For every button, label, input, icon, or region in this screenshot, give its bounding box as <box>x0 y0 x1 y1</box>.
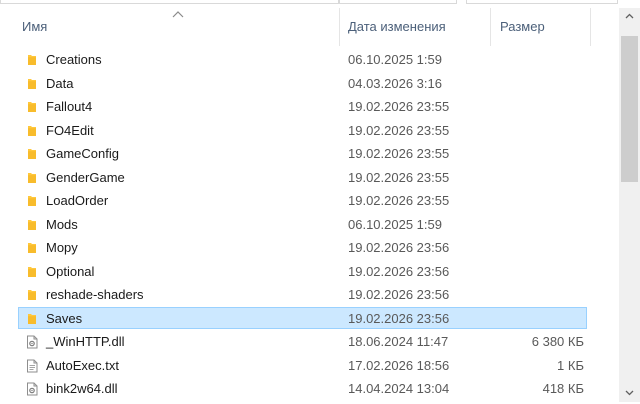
file-row[interactable]: bink2w64.dll 14.04.2024 13:04 418 КБ <box>18 377 587 399</box>
file-date: 19.02.2026 23:56 <box>348 263 450 279</box>
file-name: Mods <box>46 216 78 232</box>
folder-icon <box>25 147 39 161</box>
column-header-name-label: Имя <box>22 19 48 34</box>
top-edge <box>0 0 640 4</box>
file-name: LoadOrder <box>46 193 109 208</box>
folder-row[interactable]: Mopy 19.02.2026 23:56 <box>18 236 587 258</box>
column-header-date-label: Дата изменения <box>348 19 446 34</box>
file-name: Fallout4 <box>46 99 93 114</box>
scroll-down-arrow-icon <box>625 390 634 396</box>
scroll-up-arrow-icon <box>625 13 634 19</box>
folder-icon <box>25 312 39 326</box>
folder-row[interactable]: Creations 06.10.2025 1:59 <box>18 48 587 70</box>
file-row[interactable]: _WinHTTP.dll 18.06.2024 11:47 6 380 КБ <box>18 330 587 352</box>
file-name: GameConfig <box>46 146 119 161</box>
folder-row[interactable]: Data 04.03.2026 3:16 <box>18 72 587 94</box>
folder-icon <box>25 53 39 67</box>
folder-row[interactable]: Saves 19.02.2026 23:56 <box>18 306 587 329</box>
folder-icon <box>25 77 39 91</box>
folder-row[interactable]: reshade-shaders 19.02.2026 23:56 <box>18 283 587 305</box>
file-name: Saves <box>46 310 83 326</box>
text-file-icon <box>25 359 39 373</box>
file-date: 06.10.2025 1:59 <box>348 52 442 67</box>
dll-file-icon <box>25 335 39 349</box>
folder-icon <box>25 218 39 232</box>
column-header-name[interactable]: Имя <box>0 8 339 46</box>
folder-row[interactable]: FO4Edit 19.02.2026 23:55 <box>18 119 587 141</box>
file-size: 418 КБ <box>542 381 584 396</box>
file-name: AutoExec.txt <box>46 357 119 373</box>
file-date: 18.06.2024 11:47 <box>348 334 449 349</box>
file-row[interactable]: AutoExec.txt 17.02.2026 18:56 1 КБ <box>18 354 587 376</box>
file-date: 04.03.2026 3:16 <box>348 75 442 91</box>
file-date: 19.02.2026 23:55 <box>348 146 450 161</box>
file-name: bink2w64.dll <box>46 381 118 396</box>
folder-row[interactable]: GenderGame 19.02.2026 23:55 <box>18 166 587 188</box>
file-name: Creations <box>46 52 102 67</box>
file-date: 19.02.2026 23:55 <box>348 193 450 208</box>
folder-icon <box>25 100 39 114</box>
folder-row[interactable]: LoadOrder 19.02.2026 23:55 <box>18 189 587 211</box>
file-name: reshade-shaders <box>46 287 144 302</box>
folder-icon <box>25 241 39 255</box>
file-name: _WinHTTP.dll <box>46 334 125 349</box>
file-date: 06.10.2025 1:59 <box>348 216 442 232</box>
chevron-up-icon <box>172 11 184 18</box>
file-name: Optional <box>46 263 95 279</box>
file-date: 17.02.2026 18:56 <box>348 357 450 373</box>
file-name: Mopy <box>46 240 78 255</box>
vertical-scrollbar[interactable] <box>619 8 640 402</box>
folder-icon <box>25 124 39 138</box>
scroll-up-button[interactable] <box>619 8 640 25</box>
column-header-size-label: Размер <box>500 19 545 34</box>
file-size: 6 380 КБ <box>531 334 584 349</box>
file-date: 19.02.2026 23:56 <box>348 310 450 326</box>
file-date: 19.02.2026 23:55 <box>348 122 450 138</box>
column-header-date[interactable]: Дата изменения <box>339 8 490 46</box>
column-header-size[interactable]: Размер <box>490 8 591 46</box>
folder-row[interactable]: GameConfig 19.02.2026 23:55 <box>18 142 587 164</box>
file-size: 1 КБ <box>557 357 584 373</box>
folder-icon <box>25 194 39 208</box>
top-edge-left <box>0 0 339 4</box>
file-date: 19.02.2026 23:56 <box>348 287 450 302</box>
folder-icon <box>25 265 39 279</box>
folder-row[interactable]: Mods 06.10.2025 1:59 <box>18 213 587 235</box>
file-date: 19.02.2026 23:56 <box>348 240 450 255</box>
dll-file-icon <box>25 382 39 396</box>
top-edge-mid <box>339 0 457 4</box>
file-date: 14.04.2024 13:04 <box>348 381 450 396</box>
file-date: 19.02.2026 23:55 <box>348 169 450 185</box>
file-name: FO4Edit <box>46 122 94 138</box>
file-date: 19.02.2026 23:55 <box>348 99 450 114</box>
scroll-thumb[interactable] <box>621 36 638 182</box>
column-header: Имя Дата изменения Размер <box>0 8 618 46</box>
folder-icon <box>25 171 39 185</box>
scroll-down-button[interactable] <box>619 384 640 401</box>
top-edge-right <box>466 0 618 4</box>
file-name: Data <box>46 75 74 91</box>
file-name: GenderGame <box>46 169 125 185</box>
folder-row[interactable]: Optional 19.02.2026 23:56 <box>18 260 587 282</box>
folder-row[interactable]: Fallout4 19.02.2026 23:55 <box>18 95 587 117</box>
folder-icon <box>25 288 39 302</box>
